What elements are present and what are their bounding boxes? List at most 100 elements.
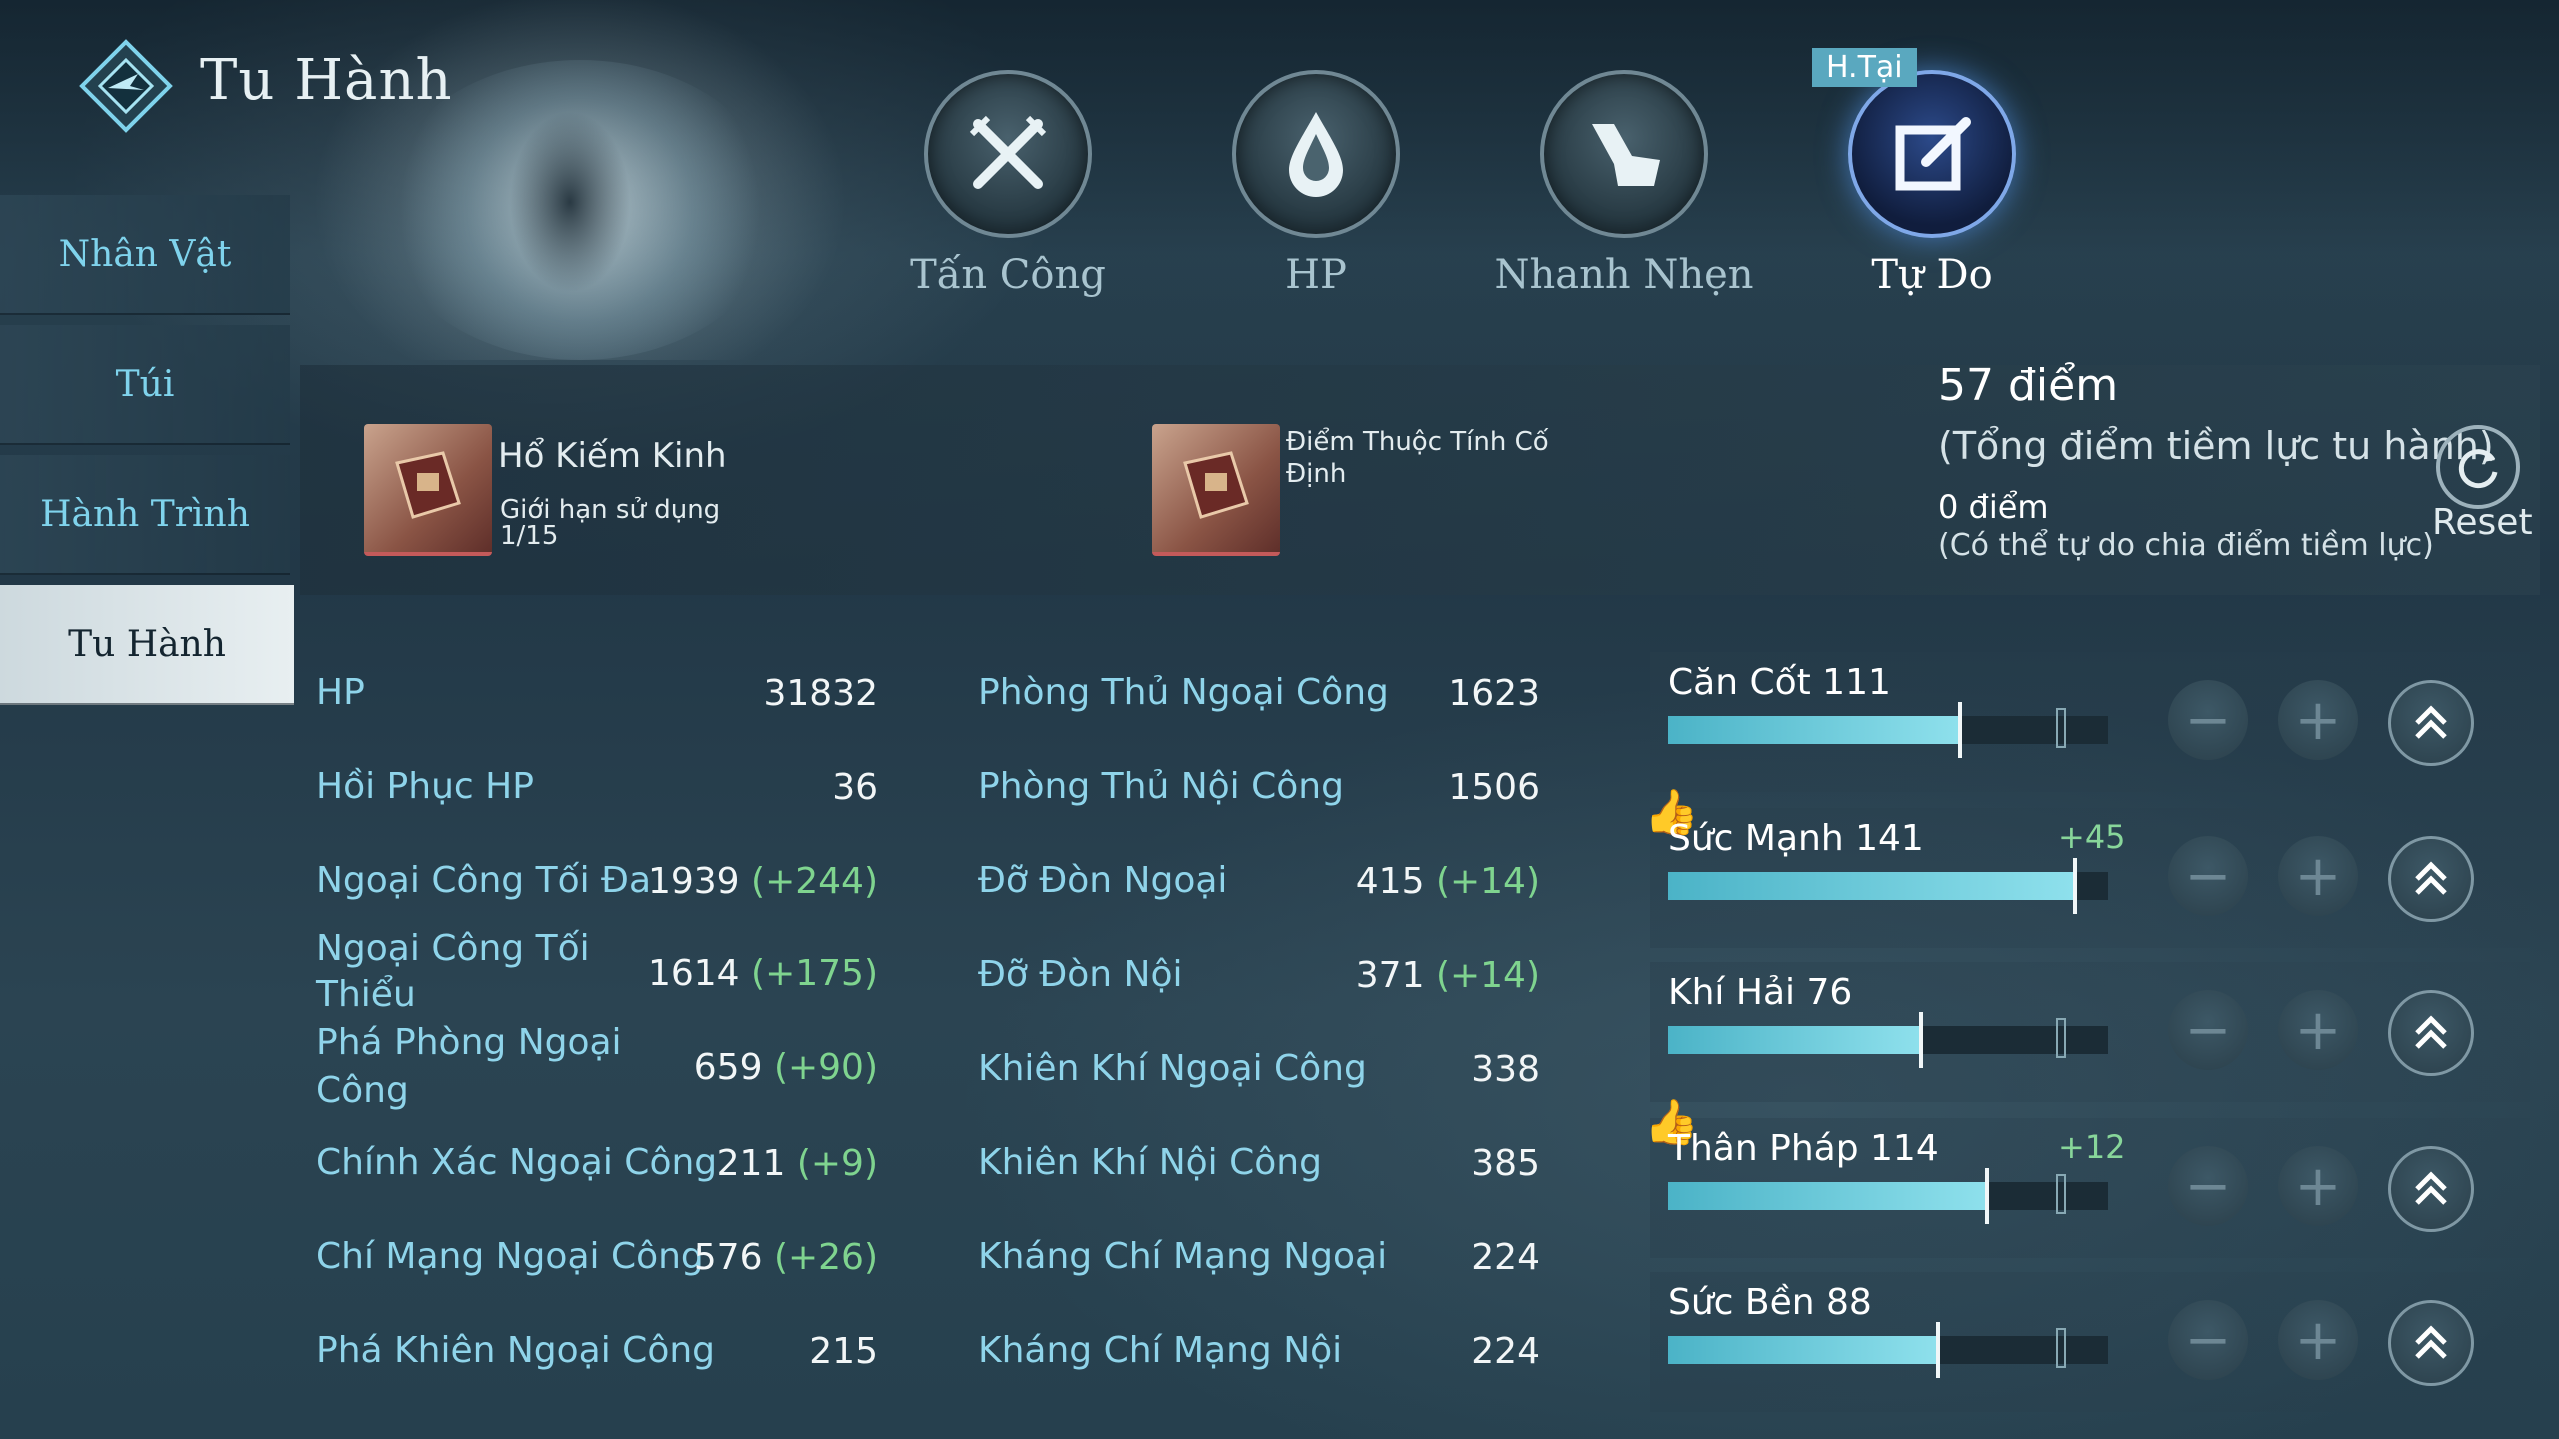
max-up-button[interactable] <box>2388 1300 2474 1386</box>
stat-value: 224 <box>1471 1330 1540 1372</box>
attribute-label: Khí Hải 76 <box>1668 972 1853 1013</box>
attribute-bar-cap <box>2056 1328 2066 1368</box>
stat-row: Đỡ Đòn Ngoại 415 (+14) <box>978 846 1540 916</box>
character-silhouette <box>470 70 670 310</box>
increase-button[interactable]: + <box>2278 836 2358 916</box>
attribute-bar-marker <box>1985 1168 1989 1224</box>
item-usage-limit-label: Giới hạn sử dụng <box>500 495 721 525</box>
tab-hp[interactable]: HP <box>1186 70 1446 298</box>
decrease-button[interactable]: − <box>2168 1300 2248 1380</box>
stat-value: 659 (+90) <box>693 1046 878 1088</box>
sidebar-item-label: Hành Trình <box>40 493 250 535</box>
stat-value: 1939 (+244) <box>647 860 878 902</box>
attribute-bar-fill <box>1668 1336 1936 1364</box>
total-points-desc: (Tổng điểm tiềm lực tu hành) <box>1938 424 2494 468</box>
decrease-button[interactable]: − <box>2168 990 2248 1070</box>
book-icon[interactable] <box>364 424 492 556</box>
book-icon[interactable] <box>1152 424 1280 556</box>
attribute-label: Sức Mạnh 141 <box>1668 818 1924 859</box>
stat-value: 371 (+14) <box>1355 954 1540 996</box>
increase-button[interactable]: + <box>2278 680 2358 760</box>
stat-row: Phá Phòng Ngoại Công 659 (+90) <box>316 1022 878 1112</box>
max-up-button[interactable] <box>2388 836 2474 922</box>
tab-agility[interactable]: Nhanh Nhẹn <box>1494 70 1754 298</box>
sidebar: Nhân Vật Túi Hành Trình Tu Hành <box>0 195 294 715</box>
stat-label: Đỡ Đòn Ngoại <box>978 860 1228 901</box>
sidebar-item-cultivation[interactable]: Tu Hành <box>0 585 294 705</box>
stat-label: Phòng Thủ Ngoại Công <box>978 672 1389 713</box>
decrease-button[interactable]: − <box>2168 680 2248 760</box>
sidebar-item-bag[interactable]: Túi <box>0 325 290 445</box>
edit-icon <box>1848 70 2016 238</box>
item-name: Hổ Kiếm Kinh <box>498 436 727 476</box>
current-tab-badge: H.Tại <box>1812 48 1917 87</box>
attribute-bar-cap <box>2056 708 2066 748</box>
decrease-button[interactable]: − <box>2168 1146 2248 1226</box>
tab-label: Nhanh Nhẹn <box>1494 252 1754 298</box>
stat-row: Chí Mạng Ngoại Công 576 (+26) <box>316 1222 878 1292</box>
attribute-bar <box>1668 858 2108 914</box>
stat-value: 211 (+9) <box>716 1142 878 1184</box>
stat-label: Kháng Chí Mạng Ngoại <box>978 1236 1388 1277</box>
free-points: 0 điểm <box>1938 488 2049 526</box>
stat-value: 215 <box>809 1330 878 1372</box>
attribute-bar-cap <box>2056 1018 2066 1058</box>
stat-label: Kháng Chí Mạng Nội <box>978 1330 1343 1371</box>
stat-label-line2: Công <box>316 1070 409 1111</box>
attribute-bar-fill <box>1668 1026 1919 1054</box>
sidebar-item-label: Nhân Vật <box>58 233 232 275</box>
stat-label: Khiên Khí Nội Công <box>978 1142 1322 1183</box>
attribute-bar <box>1668 1168 2108 1224</box>
diamond-logo-icon <box>79 39 173 133</box>
stat-row: Phòng Thủ Ngoại Công 1623 <box>978 658 1540 728</box>
stat-row: Đỡ Đòn Nội 371 (+14) <box>978 940 1540 1010</box>
reset-button[interactable] <box>2436 425 2520 509</box>
stat-value: 415 (+14) <box>1355 860 1540 902</box>
decrease-button[interactable]: − <box>2168 836 2248 916</box>
attribute-bar <box>1668 1322 2108 1378</box>
page-title: Tu Hành <box>200 48 453 113</box>
attribute-bar-marker <box>2073 858 2077 914</box>
stat-label: Ngoại Công Tối Đa <box>316 860 652 901</box>
attribute-row-suc-manh: 👍 Sức Mạnh 141 +45 − + <box>1644 787 2530 948</box>
stat-label: Ngoại Công Tối <box>316 928 590 969</box>
max-up-button[interactable] <box>2388 680 2474 766</box>
double-chevron-up-icon <box>2415 705 2447 739</box>
stat-row: Hồi Phục HP 36 <box>316 752 878 822</box>
refresh-icon <box>2458 449 2498 489</box>
sidebar-item-character[interactable]: Nhân Vật <box>0 195 290 315</box>
sidebar-item-journey[interactable]: Hành Trình <box>0 455 290 575</box>
max-up-button[interactable] <box>2388 990 2474 1076</box>
stat-value: 31832 <box>763 672 878 714</box>
stat-row: Khiên Khí Ngoại Công 338 <box>978 1034 1540 1104</box>
stat-value: 576 (+26) <box>693 1236 878 1278</box>
sidebar-item-label: Túi <box>115 363 175 405</box>
tab-label: Tấn Công <box>910 252 1106 298</box>
tab-attack[interactable]: Tấn Công <box>878 70 1138 298</box>
attribute-bonus: +45 <box>2058 818 2126 856</box>
attribute-label: Sức Bền 88 <box>1668 1282 1872 1323</box>
increase-button[interactable]: + <box>2278 1146 2358 1226</box>
attribute-bonus: +12 <box>2058 1128 2126 1166</box>
attribute-row-can-cot: Căn Cốt 111 − + <box>1650 652 2530 792</box>
boot-icon <box>1540 70 1708 238</box>
double-chevron-up-icon <box>2415 1325 2447 1359</box>
stat-value: 1623 <box>1448 672 1540 714</box>
item-usage-count: 1/15 <box>500 521 559 551</box>
attribute-bar-cap <box>2056 1174 2066 1214</box>
tab-free[interactable]: Tự Do <box>1802 70 2062 298</box>
attribute-bar <box>1668 702 2108 758</box>
stat-label-line2: Thiểu <box>316 974 416 1015</box>
stat-row: Phá Khiên Ngoại Công 215 <box>316 1316 878 1386</box>
stat-label: Chí Mạng Ngoại Công <box>316 1236 704 1277</box>
increase-button[interactable]: + <box>2278 990 2358 1070</box>
stat-row: Khiên Khí Nội Công 385 <box>978 1128 1540 1198</box>
crossed-swords-icon <box>924 70 1092 238</box>
stat-value: 224 <box>1471 1236 1540 1278</box>
attribute-bar-marker <box>1958 702 1962 758</box>
attribute-row-khi-hai: Khí Hải 76 − + <box>1650 962 2530 1102</box>
increase-button[interactable]: + <box>2278 1300 2358 1380</box>
max-up-button[interactable] <box>2388 1146 2474 1232</box>
double-chevron-up-icon <box>2415 1015 2447 1049</box>
free-points-desc: (Có thể tự do chia điểm tiềm lực) <box>1938 528 2434 563</box>
